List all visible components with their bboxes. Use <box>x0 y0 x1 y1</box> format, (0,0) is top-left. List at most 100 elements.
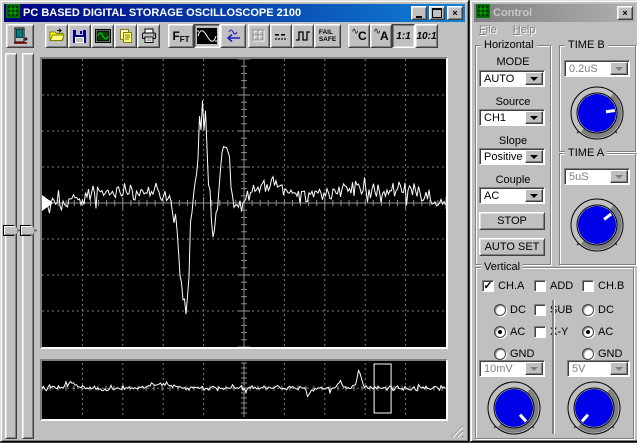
maximize-button[interactable] <box>429 6 445 20</box>
mode-label: MODE <box>496 56 530 68</box>
control-window-title: Control <box>493 7 533 19</box>
failsafe-button[interactable]: FAIL SAFE <box>314 24 341 48</box>
notes-pages-icon <box>119 29 132 43</box>
couple-select[interactable]: AC <box>479 187 545 204</box>
trigger-marker[interactable] <box>42 195 53 211</box>
radio-circle[interactable] <box>582 304 594 316</box>
chevron-down-icon[interactable] <box>525 72 543 85</box>
radio-circle[interactable] <box>494 348 506 360</box>
tilde-icon: ∿ <box>373 25 381 36</box>
vertical-group-label: Vertical <box>481 261 524 274</box>
time-a-select: 5uS <box>564 168 630 185</box>
app-icon <box>6 3 20 23</box>
auto-set-button[interactable]: AUTO SET <box>479 238 545 256</box>
menu-help: Help <box>512 24 536 36</box>
time-b-group: TIME B 0.2uS <box>559 39 636 152</box>
close-icon: × <box>622 8 628 18</box>
print-button[interactable] <box>137 24 160 48</box>
mode-select[interactable]: AUTO <box>479 70 545 87</box>
position-slider-thumb-1[interactable] <box>3 225 20 236</box>
ch-a-dc-radio[interactable]: DC <box>494 304 526 316</box>
grid-icon <box>252 29 265 42</box>
printer-icon <box>141 28 156 43</box>
fft-label: F <box>172 29 180 43</box>
window-title: PC BASED DIGITAL STORAGE OSCILLOSCOPE 21… <box>23 7 302 19</box>
waveform-display-button[interactable] <box>194 24 220 48</box>
position-slider-track-1[interactable] <box>5 53 17 439</box>
minimize-button[interactable] <box>411 6 427 20</box>
chevron-down-icon <box>525 362 543 375</box>
calibrate-a-button[interactable]: ∿ A <box>370 24 392 48</box>
time-a-knob[interactable] <box>570 198 624 252</box>
checkbox-box[interactable]: ✓ <box>482 280 494 292</box>
position-slider-track-2[interactable] <box>22 53 34 439</box>
resize-grip[interactable] <box>450 424 464 438</box>
ch-b-dc-radio[interactable]: DC <box>582 304 614 316</box>
square-wave-button[interactable] <box>292 24 314 48</box>
exit-button[interactable] <box>6 24 34 48</box>
calibrate-c-button[interactable]: ∿ C <box>348 24 370 48</box>
time-b-group-label: TIME B <box>565 39 608 52</box>
scope-display[interactable] <box>40 57 448 349</box>
floppy-disk-icon <box>73 29 86 43</box>
vertical-group: Vertical ✓ CH.A ADD CH.B DC AC GND SUB X… <box>475 261 634 439</box>
maximize-icon <box>432 8 442 18</box>
probe-10-1-button[interactable]: 10:1 <box>415 24 438 48</box>
radio-circle[interactable] <box>582 326 594 338</box>
probe-1-1-button[interactable]: 1:1 <box>392 24 415 48</box>
couple-label: Couple <box>495 174 531 186</box>
ch-a-checkbox[interactable]: ✓ CH.A <box>482 280 524 292</box>
close-button[interactable]: × <box>447 6 463 20</box>
chevron-down-icon <box>610 170 628 183</box>
control-titlebar[interactable]: Control × <box>474 3 635 23</box>
failsafe-label-line2: SAFE <box>318 36 337 43</box>
radio-circle[interactable] <box>494 326 506 338</box>
source-select[interactable]: CH1 <box>479 109 545 126</box>
minimize-icon <box>416 15 422 18</box>
ch-b-ac-radio[interactable]: AC <box>582 326 613 338</box>
ch-a-knob[interactable] <box>487 381 541 435</box>
ch-b-scale-select: 5V <box>567 360 630 377</box>
stop-button[interactable]: STOP <box>479 212 545 230</box>
ch-b-gnd-radio[interactable]: GND <box>582 348 622 360</box>
copy-button[interactable] <box>114 24 137 48</box>
chevron-down-icon[interactable] <box>525 150 543 163</box>
open-folder-icon <box>49 28 65 41</box>
time-b-knob[interactable] <box>570 86 624 140</box>
chevron-down-icon <box>610 62 628 75</box>
capture-screen-button[interactable] <box>91 24 114 48</box>
checkbox-box[interactable] <box>534 326 546 338</box>
add-checkbox[interactable]: ADD <box>534 280 573 292</box>
failsafe-label-line1: FAIL <box>318 28 333 36</box>
wave-left-arrow-icon <box>226 29 240 43</box>
chevron-down-icon[interactable] <box>525 189 543 202</box>
ch-b-checkbox[interactable]: CH.B <box>582 280 624 292</box>
position-slider-thumb-2[interactable] <box>20 225 37 236</box>
chevron-down-icon[interactable] <box>525 111 543 124</box>
control-close-button[interactable]: × <box>617 6 633 20</box>
time-a-group: TIME A 5uS <box>559 147 636 265</box>
slope-select[interactable]: Positive <box>479 148 545 165</box>
overview-display[interactable] <box>40 359 448 421</box>
roll-mode-button[interactable] <box>220 24 246 48</box>
dotted-trace-button[interactable] <box>270 24 292 48</box>
ch-b-knob[interactable] <box>567 381 621 435</box>
ch-a-gnd-radio[interactable]: GND <box>494 348 534 360</box>
radio-circle[interactable] <box>494 304 506 316</box>
ch-a-scale-select: 10mV <box>479 360 545 377</box>
close-icon: × <box>452 8 458 18</box>
horizontal-group-label: Horizontal <box>481 39 537 52</box>
sine-wave-icon <box>197 28 217 44</box>
oscilloscope-window: PC BASED DIGITAL STORAGE OSCILLOSCOPE 21… <box>0 0 469 442</box>
checkbox-box[interactable] <box>582 280 594 292</box>
save-button[interactable] <box>68 24 91 48</box>
main-titlebar[interactable]: PC BASED DIGITAL STORAGE OSCILLOSCOPE 21… <box>4 3 465 23</box>
checkbox-box[interactable] <box>534 304 546 316</box>
control-app-icon <box>476 3 490 23</box>
radio-circle[interactable] <box>582 348 594 360</box>
open-button[interactable] <box>45 24 68 48</box>
ch-a-ac-radio[interactable]: AC <box>494 326 525 338</box>
exit-door-icon <box>13 27 28 44</box>
checkbox-box[interactable] <box>534 280 546 292</box>
fft-button[interactable]: F FT <box>168 24 194 48</box>
